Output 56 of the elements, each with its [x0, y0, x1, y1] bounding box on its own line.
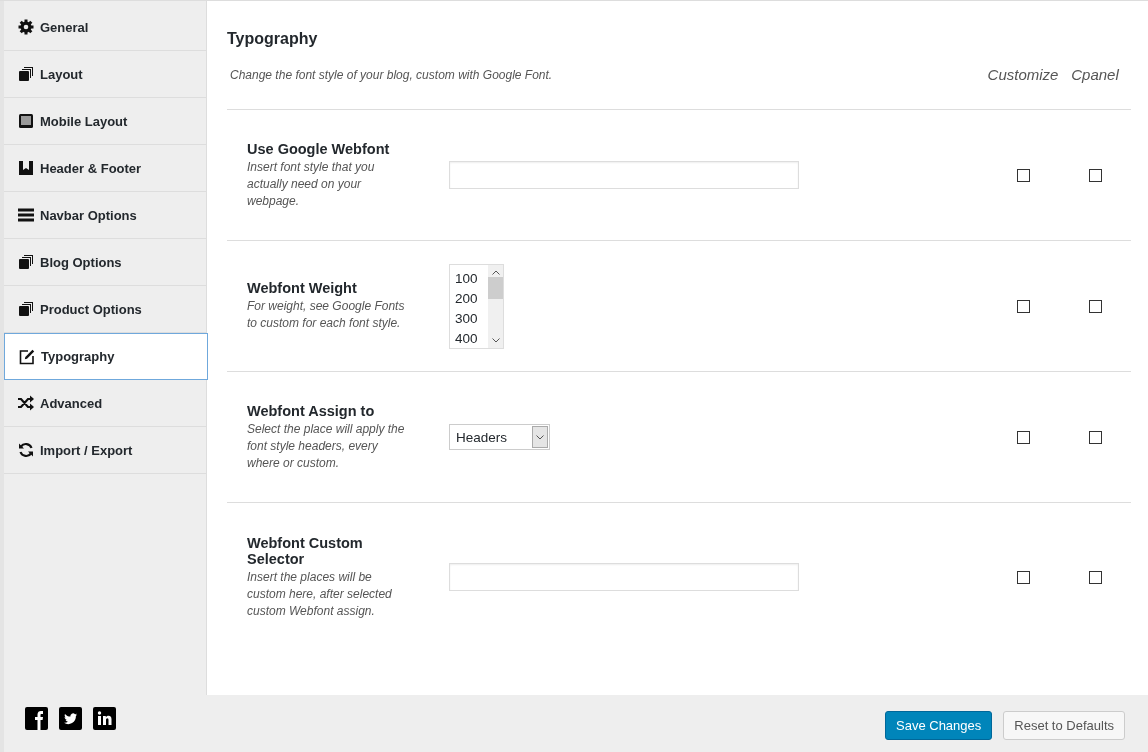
scroll-up-icon[interactable] — [491, 269, 500, 275]
checkbox[interactable] — [1088, 570, 1102, 584]
sidebar-tab[interactable]: Import / Export — [4, 427, 206, 474]
option-help-text: Insert the places will be custom here, after selected custom Webfont assign. — [247, 568, 393, 620]
sidebar-tab[interactable]: Typography — [4, 333, 208, 380]
section-description: Change the font style of your blog, custom with Google Font. — [229, 67, 554, 82]
sidebar-tab[interactable]: Navbar Options — [4, 192, 206, 239]
text-input-field[interactable] — [449, 161, 799, 189]
option-label: Webfont Weight — [247, 280, 358, 296]
checkbox[interactable] — [1016, 299, 1030, 313]
reset-button[interactable]: Reset to Defaults — [1003, 711, 1125, 740]
twitter-icon[interactable] — [59, 707, 82, 730]
option-help-text: Insert font style that you actually need on your webpage. — [247, 158, 376, 210]
copies-icon — [18, 301, 34, 317]
scroll-down-icon[interactable] — [491, 337, 500, 343]
column-header: Customize — [987, 66, 1059, 83]
menu-icon — [18, 207, 34, 223]
text-input-field[interactable] — [449, 563, 799, 591]
list-option[interactable]: 400 — [455, 328, 488, 349]
section-title: Typography — [227, 30, 319, 48]
sidebar-tab[interactable]: Blog Options — [4, 239, 206, 286]
edit-icon — [19, 348, 35, 365]
option-label: Webfont Assign to — [247, 402, 376, 419]
copies-icon — [18, 254, 34, 270]
column-header: Cpanel — [1071, 66, 1119, 83]
shuffle-icon — [18, 395, 34, 411]
linkedin-icon[interactable] — [93, 707, 116, 730]
checkbox[interactable] — [1016, 430, 1030, 444]
refresh-icon — [18, 442, 34, 458]
list-option[interactable]: 100 — [455, 268, 488, 289]
checkbox[interactable] — [1088, 168, 1102, 182]
gear-icon — [18, 19, 34, 35]
checkbox[interactable] — [1016, 168, 1030, 182]
sidebar-tab[interactable]: Advanced — [4, 380, 206, 427]
caret-icon — [536, 434, 544, 440]
sidebar-tab[interactable]: Header & Footer — [4, 145, 206, 192]
option-label: Use Google Webfont — [247, 140, 391, 157]
checkbox[interactable] — [1088, 430, 1102, 444]
sidebar-tab[interactable]: General — [4, 4, 206, 51]
facebook-icon[interactable] — [25, 707, 48, 730]
assign-dropdown[interactable]: Headers — [449, 424, 550, 450]
checkbox[interactable] — [1088, 299, 1102, 313]
save-button[interactable]: Save Changes — [885, 711, 993, 740]
list-option[interactable]: 200 — [455, 288, 488, 309]
bookmark-icon — [18, 160, 34, 176]
copies-icon — [18, 66, 34, 82]
monitor-icon — [18, 113, 34, 129]
sidebar-tab[interactable]: Layout — [4, 51, 206, 98]
list-option[interactable]: 300 — [455, 308, 488, 329]
option-help-text: Select the place will apply the font style headers, every where or custom. — [247, 420, 405, 472]
scrollbar[interactable] — [488, 264, 503, 348]
checkbox[interactable] — [1016, 570, 1030, 584]
option-help-text: For weight, see Google Fonts to custom for each font style. — [247, 298, 405, 332]
sidebar-tab[interactable]: Mobile Layout — [4, 98, 206, 145]
option-label: Webfont Custom Selector — [247, 534, 364, 567]
weight-list-box[interactable]: 100 200 300 400 — [449, 263, 504, 349]
